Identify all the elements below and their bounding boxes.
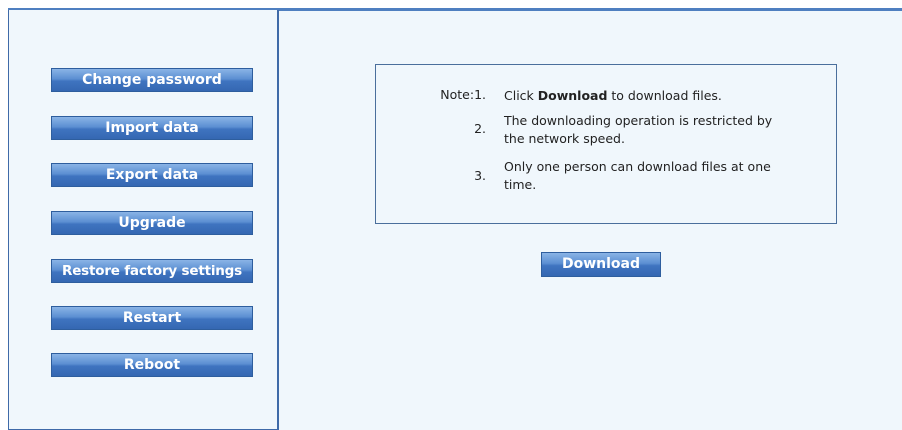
note-item-3-number: 3. bbox=[474, 168, 486, 183]
note-prefix: Note:1. bbox=[440, 87, 486, 102]
note-item-1: Click Download to download files. bbox=[504, 87, 794, 105]
export-data-button[interactable]: Export data bbox=[51, 163, 253, 187]
import-data-button[interactable]: Import data bbox=[51, 116, 253, 140]
note-item-3: Only one person can download files at on… bbox=[504, 159, 771, 192]
restore-factory-settings-button[interactable]: Restore factory settings bbox=[51, 259, 253, 283]
note-item-2-number: 2. bbox=[474, 121, 486, 136]
restart-button[interactable]: Restart bbox=[51, 306, 253, 330]
note-box: Note:1. Click Download to download files… bbox=[375, 64, 837, 224]
note-item-2: The downloading operation is restricted … bbox=[504, 113, 773, 146]
note-item-1-post: to download files. bbox=[607, 88, 722, 103]
note-item-1-bold: Download bbox=[537, 88, 608, 103]
download-button[interactable]: Download bbox=[541, 252, 661, 277]
change-password-button[interactable]: Change password bbox=[51, 68, 253, 92]
upgrade-button[interactable]: Upgrade bbox=[51, 211, 253, 235]
sidebar: Change password Import data Export data … bbox=[8, 10, 279, 430]
reboot-button[interactable]: Reboot bbox=[51, 353, 253, 377]
note-item-1-pre: Click bbox=[504, 88, 538, 103]
